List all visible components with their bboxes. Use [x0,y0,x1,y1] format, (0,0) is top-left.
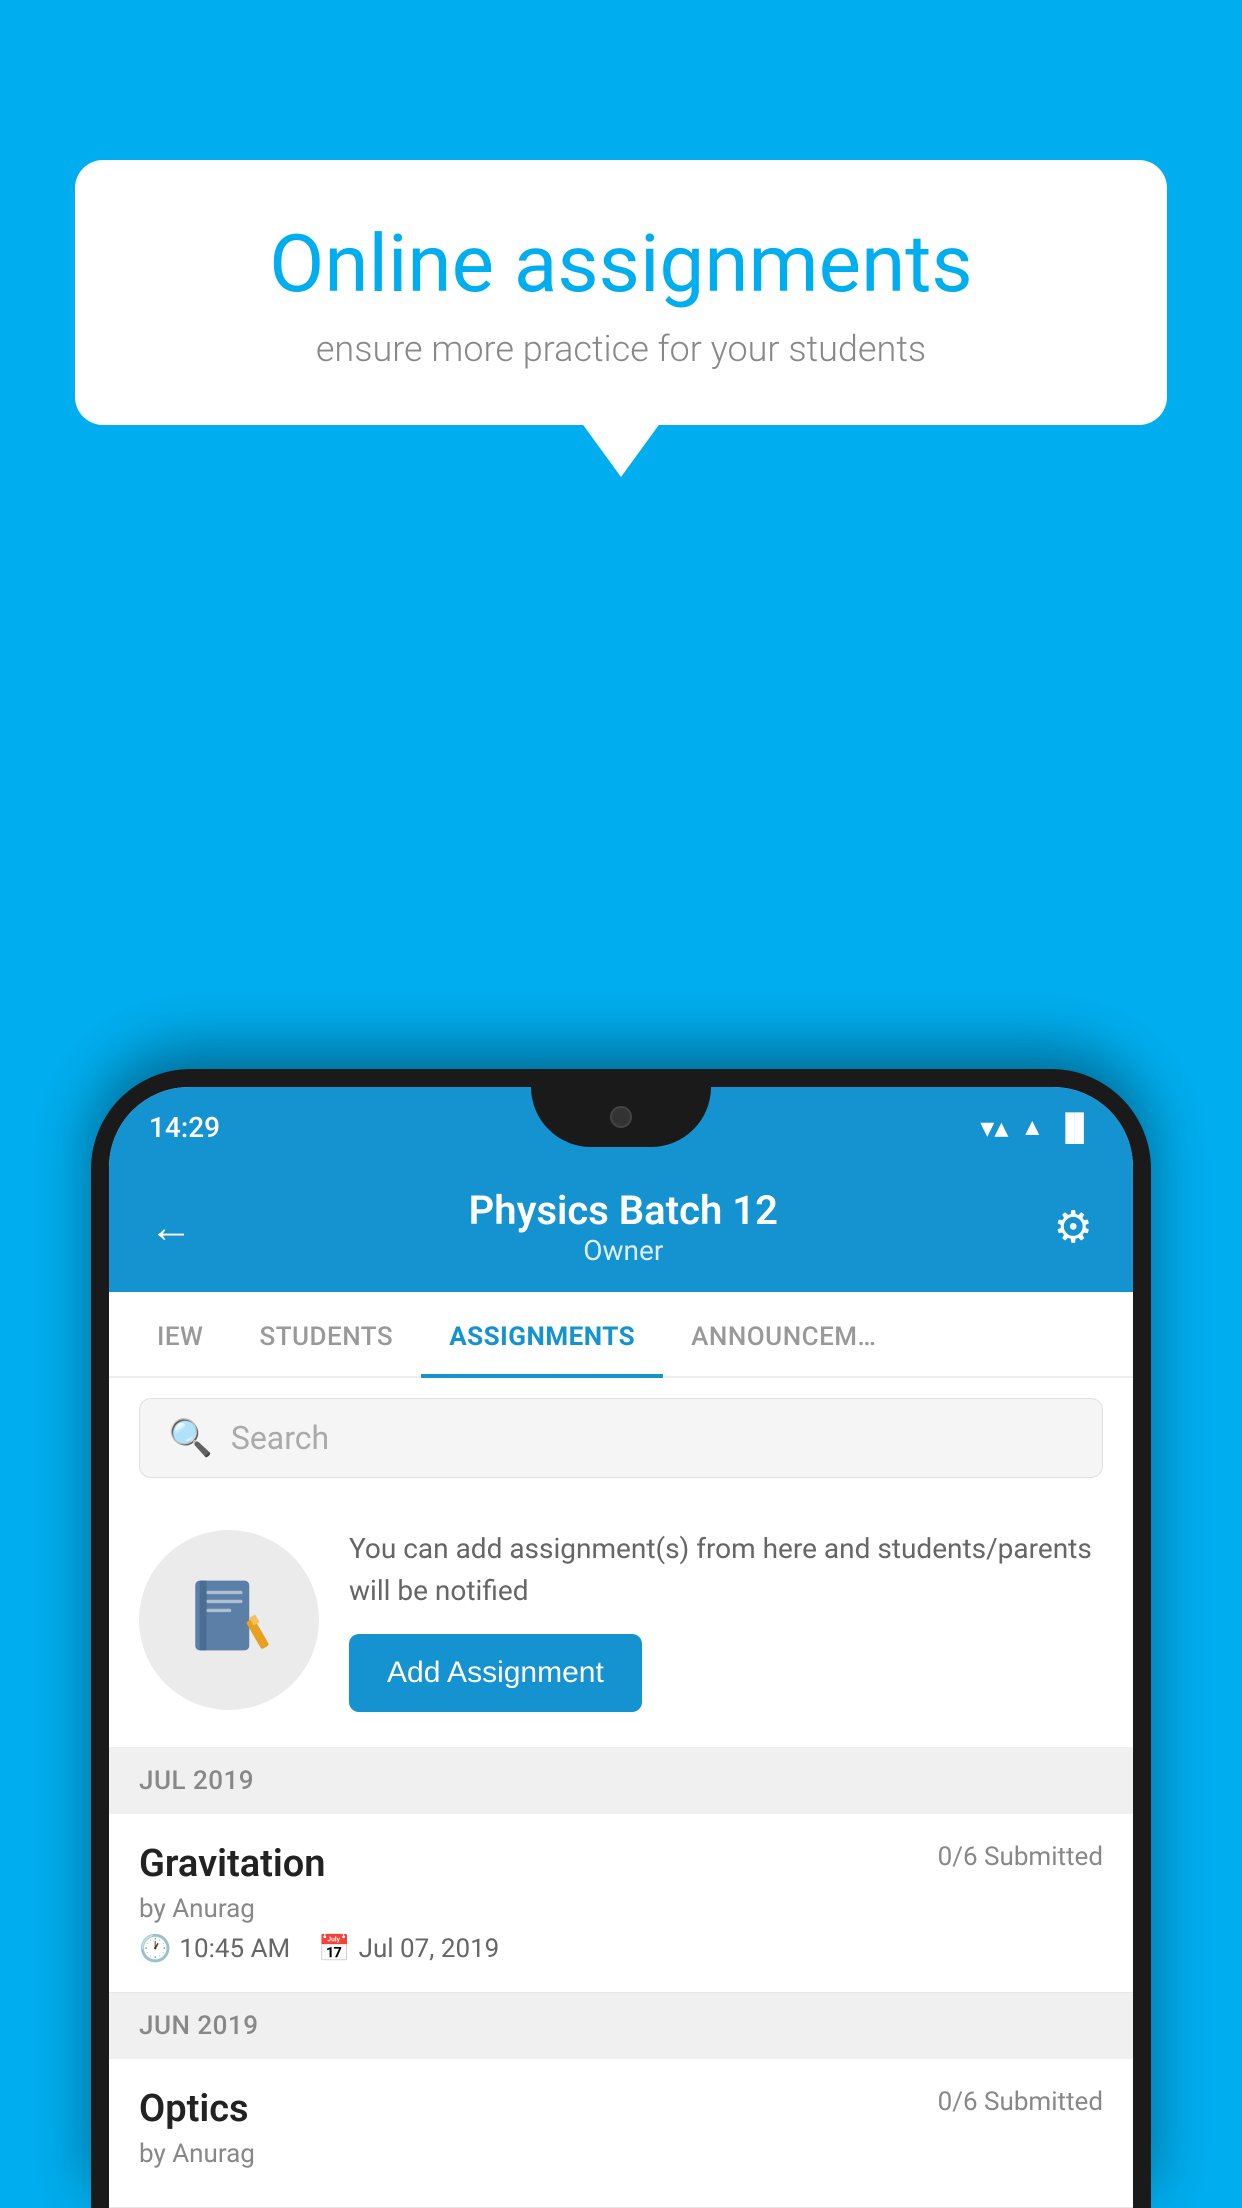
wifi-icon: ▾▴ [980,1111,1008,1144]
clock-icon: 🕐 [139,1934,171,1964]
info-text-block: You can add assignment(s) from here and … [349,1528,1103,1712]
phone-screen: 14:29 ▾▴ ▲ ▐▌ ← Physics Batch 12 Owner ⚙… [109,1087,1133,2208]
signal-icon: ▲ [1020,1113,1044,1142]
assignment-name-optics: Optics [139,2087,249,2131]
tab-iew[interactable]: IEW [129,1292,231,1376]
battery-icon: ▐▌ [1056,1112,1093,1143]
assignment-top: Gravitation 0/6 Submitted [139,1842,1103,1886]
assignment-author: by Anurag [139,1894,1103,1924]
assignment-top-optics: Optics 0/6 Submitted [139,2087,1103,2131]
bubble-title: Online assignments [145,220,1097,308]
header-center: Physics Batch 12 Owner [469,1187,778,1267]
info-card: You can add assignment(s) from here and … [109,1498,1133,1748]
assignment-time: 10:45 AM [179,1934,290,1964]
notebook-icon-wrap [139,1530,319,1710]
notebook-icon [184,1575,274,1665]
search-icon: 🔍 [168,1417,213,1459]
search-container: 🔍 Search [109,1378,1133,1498]
bubble-subtitle: ensure more practice for your students [145,328,1097,370]
assignment-status-optics: 0/6 Submitted [938,2087,1103,2117]
meta-time: 🕐 10:45 AM [139,1934,290,1964]
search-bar[interactable]: 🔍 Search [139,1398,1103,1478]
back-button[interactable]: ← [149,1201,193,1253]
camera-dot [610,1106,632,1128]
speech-bubble-container: Online assignments ensure more practice … [75,160,1167,425]
header-subtitle: Owner [469,1234,778,1267]
status-bar: 14:29 ▾▴ ▲ ▐▌ [109,1087,1133,1167]
info-message: You can add assignment(s) from here and … [349,1528,1103,1612]
add-assignment-button[interactable]: Add Assignment [349,1634,642,1712]
status-icons: ▾▴ ▲ ▐▌ [980,1111,1093,1144]
section-header-jun: JUN 2019 [109,1993,1133,2059]
calendar-icon: 📅 [318,1934,350,1964]
phone-frame: 14:29 ▾▴ ▲ ▐▌ ← Physics Batch 12 Owner ⚙… [91,1069,1151,2208]
tab-students[interactable]: STUDENTS [231,1292,421,1376]
assignment-date: Jul 07, 2019 [359,1934,500,1964]
meta-date: 📅 Jul 07, 2019 [318,1934,499,1964]
tab-assignments[interactable]: ASSIGNMENTS [421,1292,663,1376]
phone-notch [531,1087,711,1147]
assignment-meta: 🕐 10:45 AM 📅 Jul 07, 2019 [139,1934,1103,1964]
status-time: 14:29 [149,1111,220,1144]
assignment-item-gravitation[interactable]: Gravitation 0/6 Submitted by Anurag 🕐 10… [109,1814,1133,1993]
assignment-item-optics[interactable]: Optics 0/6 Submitted by Anurag [109,2059,1133,2208]
app-header: ← Physics Batch 12 Owner ⚙ [109,1167,1133,1292]
header-title: Physics Batch 12 [469,1187,778,1234]
tab-announcements[interactable]: ANNOUNCEM… [663,1292,904,1376]
tabs-bar: IEW STUDENTS ASSIGNMENTS ANNOUNCEM… [109,1292,1133,1378]
search-placeholder: Search [231,1419,329,1457]
assignment-status: 0/6 Submitted [938,1842,1103,1872]
assignment-name: Gravitation [139,1842,326,1886]
speech-bubble: Online assignments ensure more practice … [75,160,1167,425]
section-header-jul: JUL 2019 [109,1748,1133,1814]
assignment-author-optics: by Anurag [139,2139,1103,2169]
settings-icon[interactable]: ⚙ [1054,1201,1093,1253]
